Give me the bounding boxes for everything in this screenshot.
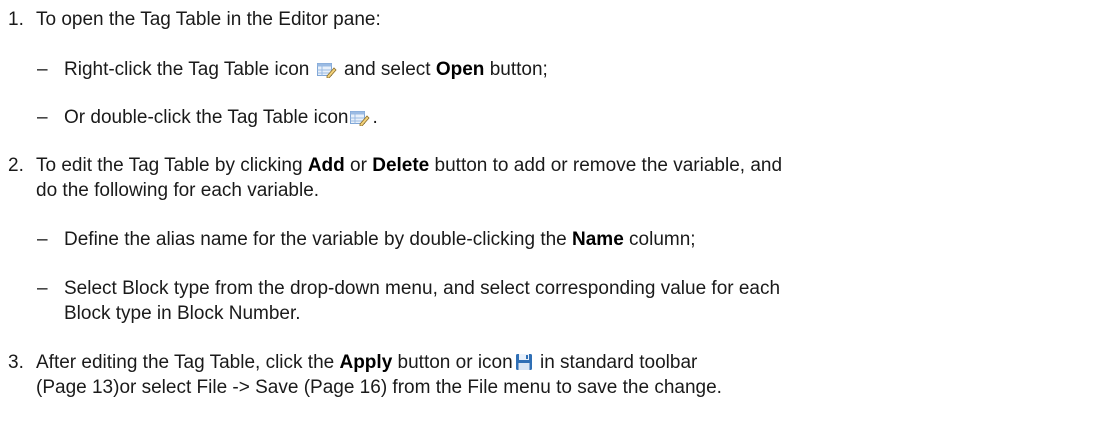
step-3-line-2: (Page 13)or select File -> Save (Page 16… <box>36 377 722 398</box>
apply-label: Apply <box>339 352 393 373</box>
instruction-document: 1. To open the Tag Table in the Editor p… <box>0 0 1109 421</box>
name-label: Name <box>572 229 624 250</box>
step-3-line-1: After editing the Tag Table, click the A… <box>36 352 697 377</box>
step-2-sub-2-dash: – <box>37 278 48 299</box>
step-2-line-1-pre: To edit the Tag Table by clicking <box>36 155 303 176</box>
step-2-sub-2-line-1: Select Block type from the drop-down men… <box>64 278 781 299</box>
add-label: Add <box>307 155 345 176</box>
step-3-line-1-mid: button or icon <box>397 352 513 373</box>
step-3-number: 3. <box>8 352 24 373</box>
step-1-sub-1-pre: Right-click the Tag Table icon <box>64 59 310 80</box>
step-2-line-1-post: button to add or remove the variable, an… <box>434 155 783 176</box>
step-1-sub-2-dash: – <box>37 107 48 128</box>
step-1-sub-1-post: button; <box>489 59 548 80</box>
save-icon <box>515 353 533 377</box>
delete-label: Delete <box>372 155 430 176</box>
step-2-line-1: To edit the Tag Table by clicking Add or… <box>36 155 782 177</box>
step-1-text: To open the Tag Table in the Editor pane… <box>36 9 381 30</box>
step-2-or: or <box>350 155 367 176</box>
step-2-sub-1: Define the alias name for the variable b… <box>64 229 696 251</box>
step-1-sub-2: Or double-click the Tag Table icon . <box>64 107 378 132</box>
open-label: Open <box>435 59 485 80</box>
step-2-sub-1-dash: – <box>37 229 48 250</box>
step-1-number: 1. <box>8 9 24 30</box>
step-1-sub-1-dash: – <box>37 59 48 80</box>
step-1-sub-2-pre: Or double-click the Tag Table icon <box>64 107 349 128</box>
step-2-sub-1-pre: Define the alias name for the variable b… <box>64 229 567 250</box>
step-3-line-1-pre: After editing the Tag Table, click the <box>36 352 335 373</box>
step-2-sub-2-line-2: Block type in Block Number. <box>64 303 301 324</box>
tag-table-icon <box>316 62 337 84</box>
step-1-sub-1: Right-click the Tag Table icon and selec… <box>64 59 548 84</box>
step-2-sub-1-post: column; <box>629 229 696 250</box>
tag-table-icon <box>350 110 371 132</box>
step-2-line-2: do the following for each variable. <box>36 180 320 201</box>
step-3-line-1-post: in standard toolbar <box>539 352 698 373</box>
step-1-sub-1-mid: and select <box>343 59 431 80</box>
step-2-number: 2. <box>8 155 24 176</box>
step-1-sub-2-post: . <box>372 107 378 128</box>
